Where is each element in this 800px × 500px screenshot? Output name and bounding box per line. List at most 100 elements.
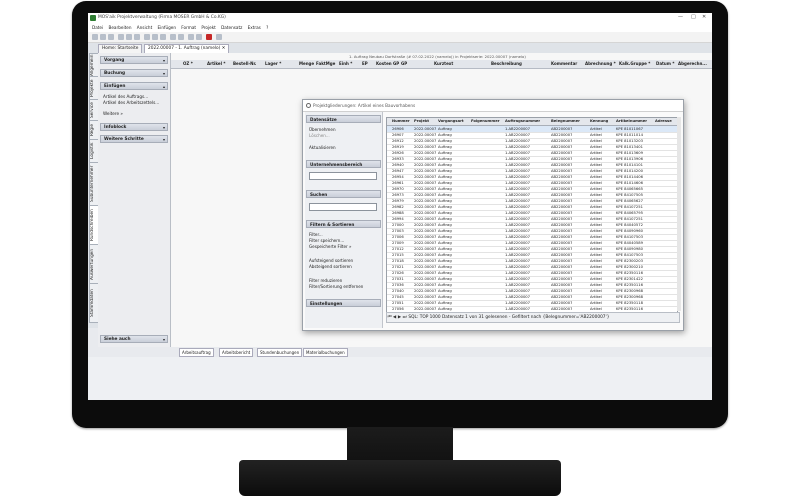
col-artikelnummer[interactable]: Artikelnummer <box>616 118 647 125</box>
col-abgerechnet[interactable]: Abgerechn... <box>678 61 707 66</box>
refresh-icon[interactable] <box>134 34 140 40</box>
action-filter[interactable]: Filter... <box>309 232 323 237</box>
new-icon[interactable] <box>92 34 98 40</box>
section-label: Vorgang <box>104 58 125 63</box>
redo-icon[interactable] <box>126 34 132 40</box>
action-aktualisieren[interactable]: Aktualisieren <box>309 145 336 150</box>
filter-icon[interactable] <box>188 34 194 40</box>
menu-format[interactable]: Format <box>181 25 196 30</box>
menu-einfuegen[interactable]: Einfügen <box>158 25 176 30</box>
paste-icon[interactable] <box>160 34 166 40</box>
action-absteigend[interactable]: Absteigend sortieren <box>309 264 352 269</box>
search-icon <box>306 103 311 108</box>
action-uebernehmen[interactable]: Übernehmen <box>309 127 336 132</box>
sidebar-item-artikel-auftrag[interactable]: Artikel des Auftrags... <box>103 94 148 99</box>
monitor-base <box>239 460 561 496</box>
action-loeschen[interactable]: Löschen... <box>309 133 330 138</box>
section-datensaetze[interactable]: Datensätze <box>306 115 381 123</box>
col-vorgangsart[interactable]: Vorgangsart <box>438 118 464 125</box>
menu-ansicht[interactable]: Ansicht <box>137 25 152 30</box>
app-logo-icon <box>90 15 96 21</box>
sidebar-item-weitere[interactable]: Weitere » <box>103 111 123 116</box>
col-lager[interactable]: Lager * <box>265 61 281 66</box>
col-menge[interactable]: Menge <box>299 61 314 66</box>
tab-auftrag[interactable]: 2022.00007 - 1. Auftrag (namelo) ✕ <box>144 44 230 53</box>
action-gespeicherte-filter[interactable]: Gespeicherte Filter » <box>309 244 352 249</box>
col-datum[interactable]: Datum * <box>656 61 674 66</box>
tab-arbeitsbericht[interactable]: Arbeitsbericht <box>219 348 254 357</box>
col-belegnummer[interactable]: Belegnummer <box>551 118 580 125</box>
screen: MOS'aik Projektverwaltung (Firma MOSER G… <box>88 13 712 400</box>
cut-icon[interactable] <box>144 34 150 40</box>
col-adresse[interactable]: Adresse <box>655 118 672 125</box>
col-beschreibung[interactable]: Beschreibung <box>491 61 522 66</box>
menubar: Datei Bearbeiten Ansicht Einfügen Format… <box>88 23 712 32</box>
infoline-text: 1. Auftrag Neubau Dorfstraße (# 07.02.20… <box>349 54 526 59</box>
section-weitere-schritte[interactable]: Weitere Schritte ▾ <box>100 135 168 143</box>
col-kommentar[interactable]: Kommentar <box>551 61 577 66</box>
section-einfuegen[interactable]: Einfügen ▴ <box>100 82 168 90</box>
help-icon[interactable] <box>216 34 222 40</box>
open-icon[interactable] <box>100 34 106 40</box>
minimize-button[interactable]: — <box>678 14 683 20</box>
col-gp[interactable]: GP <box>401 61 407 66</box>
save-icon[interactable] <box>108 34 114 40</box>
action-filter-entfernen[interactable]: Filter/Sortierung entfernen <box>309 284 363 289</box>
undo-icon[interactable] <box>118 34 124 40</box>
maximize-button[interactable]: □ <box>691 14 696 20</box>
calendar-icon[interactable] <box>196 34 202 40</box>
section-unternehmensbereich[interactable]: Unternehmensbereich <box>306 160 381 168</box>
menu-datei[interactable]: Datei <box>92 25 103 30</box>
app-title: MOS'aik Projektverwaltung (Firma MOSER G… <box>98 15 226 20</box>
col-einh[interactable]: Einh * <box>339 61 352 66</box>
sidebar-item-artikel-arbeitszettel[interactable]: Artikel des Arbeitszettels... <box>103 100 159 105</box>
empty-area <box>88 357 712 400</box>
col-faktmge[interactable]: FaktMge <box>316 61 335 66</box>
menu-datensatz[interactable]: Datensatz <box>221 25 242 30</box>
chevron-down-icon: ▾ <box>162 58 165 63</box>
section-einstellungen[interactable]: Einstellungen <box>306 299 381 307</box>
dialog-statusbar: ⏮◀ ▶⏭ SQL: TOP 1000 Datensatz 1 von 31 ge… <box>386 312 680 323</box>
table-scrollbar[interactable] <box>677 117 681 311</box>
col-abrechnung[interactable]: Abrechnung * <box>585 61 616 66</box>
copy-icon[interactable] <box>152 34 158 40</box>
section-buchung[interactable]: Buchung ▾ <box>100 69 168 77</box>
menu-help[interactable]: ? <box>266 25 268 30</box>
print-icon[interactable] <box>170 34 176 40</box>
action-filter-speichern[interactable]: Filter speichern... <box>309 238 344 243</box>
section-siehe-auch[interactable]: Siehe auch ▾ <box>100 335 168 343</box>
close-button[interactable]: ✕ <box>702 14 706 20</box>
tab-arbeitsauftrag[interactable]: Arbeitsauftrag <box>179 348 214 357</box>
bookmark-icon[interactable] <box>206 34 212 40</box>
col-kosten-gp[interactable]: Kosten GP <box>376 61 399 66</box>
tab-stundenbuchungen[interactable]: Stundenbuchungen <box>257 348 303 357</box>
search-input[interactable] <box>309 203 377 211</box>
col-bestellnr[interactable]: Bestell-Nr. <box>233 61 256 66</box>
action-filter-reduzieren[interactable]: Filter reduzieren <box>309 278 342 283</box>
col-folgenummer[interactable]: Folgenummer <box>471 118 500 125</box>
col-kalk-gruppe[interactable]: Kalk.Gruppe * <box>619 61 650 66</box>
col-kurztext[interactable]: Kurztext <box>434 61 453 66</box>
col-kennung[interactable]: Kennung <box>590 118 608 125</box>
article-dialog: Projektgliederungen: Artikel eines Bauvo… <box>302 99 684 331</box>
section-filtern-sortieren[interactable]: Filtern & Sortieren <box>306 220 381 228</box>
menu-bearbeiten[interactable]: Bearbeiten <box>108 25 131 30</box>
unternehmensbereich-select[interactable] <box>309 172 377 180</box>
section-infoblock[interactable]: Infoblock ▾ <box>100 123 168 131</box>
section-vorgang[interactable]: Vorgang ▾ <box>100 56 168 64</box>
tab-startseite[interactable]: Home: Startseite <box>98 44 143 53</box>
menu-extras[interactable]: Extras <box>248 25 261 30</box>
col-nummer[interactable]: Nummer <box>392 118 410 125</box>
menu-projekt[interactable]: Projekt <box>201 25 215 30</box>
col-oz[interactable]: OZ * <box>183 61 193 66</box>
action-aufsteigend[interactable]: Aufsteigend sortieren <box>309 258 353 263</box>
col-auftragsnummer[interactable]: Auftragsnummer <box>505 118 540 125</box>
section-suchen[interactable]: Suchen <box>306 190 381 198</box>
col-projekt[interactable]: Projekt <box>414 118 429 125</box>
col-ep[interactable]: EP <box>362 61 368 66</box>
bottom-tabbar: Arbeitsauftrag Arbeitsbericht Stundenbuc… <box>171 347 712 357</box>
col-artikel[interactable]: Artikel * <box>207 61 225 66</box>
last-record-button[interactable]: ⏭ <box>402 313 407 322</box>
search-icon[interactable] <box>178 34 184 40</box>
tab-materialbuchungen[interactable]: Materialbuchungen <box>303 348 348 357</box>
